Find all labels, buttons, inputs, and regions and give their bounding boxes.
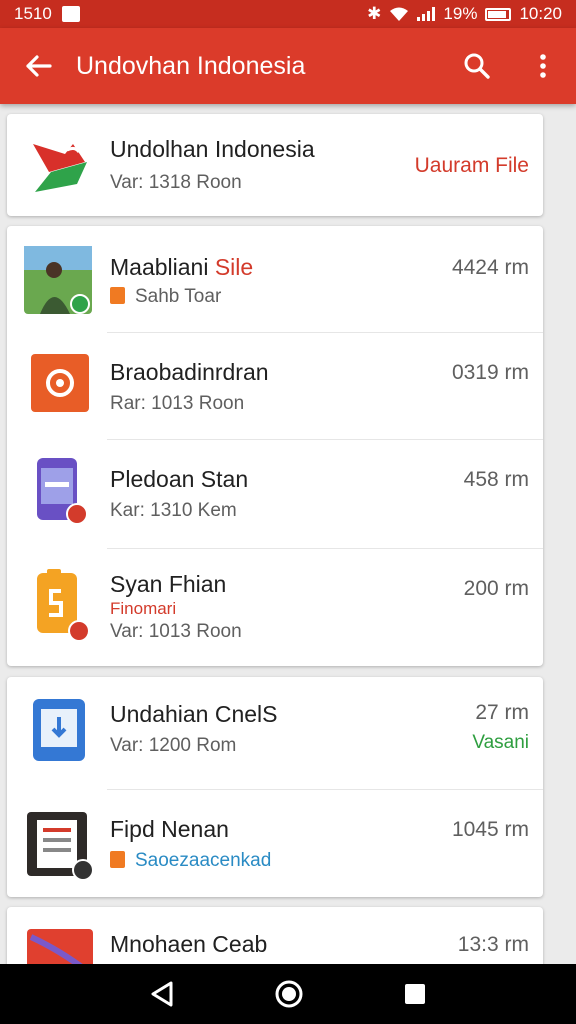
list-item[interactable]: Syan Fhian Finomari Var: 1013 Roon 200 r… [7, 549, 543, 666]
list-item[interactable]: Undahian CnelS Var: 1200 Rom 27 rm Vasan… [7, 677, 543, 789]
back-arrow-icon [26, 55, 52, 77]
app-size: 458 rm [463, 468, 529, 491]
wifi-icon [390, 7, 409, 21]
notification-icon [61, 6, 80, 22]
app-subtitle-text: Sahb Toar [135, 286, 222, 307]
app-subtitle: Sahb Toar [110, 286, 221, 308]
list-item[interactable]: Fipd Nenan Saoezaacenkad 1045 rm [7, 790, 543, 897]
app-subtitle: Kar: 1310 Kem [110, 500, 237, 521]
app-size: 13:3 rm [457, 933, 529, 956]
app-group-1: Maabliani Sile Sahb Toar 4424 rm Braobad… [7, 226, 543, 666]
app-name: Syan Fhian [110, 571, 227, 597]
recents-nav-icon[interactable] [403, 982, 427, 1006]
battery-percent: 19% [443, 4, 478, 23]
status-left-text: 1510 [14, 4, 52, 23]
status-bar: 1510 ✱ 19% 10:20 [0, 0, 576, 28]
app-name-accent: Sile [214, 254, 254, 280]
app-size: 200 rm [463, 577, 529, 600]
list-item[interactable]: Maabliani Sile Sahb Toar 4424 rm [7, 226, 543, 332]
list-item[interactable]: Pledoan Stan Kar: 1310 Kem 458 rm [7, 440, 543, 548]
app-subtitle: Var: 1200 Rom [110, 735, 237, 756]
app-tag: Finomari [110, 599, 177, 618]
tag-icon [110, 287, 125, 304]
more-options-button[interactable] [510, 28, 576, 104]
app-name: Pledoan Stan [110, 466, 249, 492]
app-name: Mnohaen Ceab [110, 931, 268, 957]
search-icon [464, 53, 490, 79]
header-card[interactable]: Undolhan Indonesia Var: 1318 Roon Uauram… [7, 114, 543, 216]
app-name: Fipd Nenan [110, 816, 229, 842]
app-icon [31, 354, 89, 412]
app-name: Undahian CnelS [110, 701, 278, 727]
app-bar: Undovhan Indonesia [0, 28, 576, 104]
signal-icon [417, 7, 436, 21]
clock: 10:20 [519, 4, 562, 23]
battery-icon [485, 7, 512, 21]
navigation-bar [0, 964, 576, 1024]
more-vert-icon [540, 54, 546, 78]
app-name-main: Maabliani [110, 254, 209, 280]
app-size: 4424 rm [451, 256, 529, 279]
tag-icon [110, 851, 125, 868]
list-item[interactable]: Braobadinrdran Rar: 1013 Roon 0319 rm [7, 333, 543, 439]
app-status: Vasani [472, 732, 529, 753]
app-size: 1045 rm [451, 818, 529, 841]
app-subtitle: Var: 1013 Roon [110, 621, 242, 642]
app-subtitle: Rar: 1013 Roon [110, 393, 245, 414]
back-button[interactable] [0, 28, 76, 104]
file-app-icon [37, 569, 90, 642]
home-nav-icon[interactable] [274, 979, 304, 1009]
bluetooth-icon: ✱ [367, 4, 382, 23]
phone-app-icon [37, 458, 88, 525]
document-app-icon [27, 812, 94, 881]
header-title: Undolhan Indonesia [110, 136, 315, 162]
app-subtitle: Saoezaacenkad [110, 850, 271, 872]
header-subtitle: Var: 1318 Roon [110, 172, 242, 193]
app-name: Maabliani Sile [110, 254, 253, 281]
app-thumbnail-icon [24, 246, 92, 314]
flag-logo-icon [33, 144, 87, 192]
search-button[interactable] [444, 28, 510, 104]
app-subtitle-text: Saoezaacenkad [135, 850, 272, 871]
download-app-icon [33, 699, 85, 761]
app-size: 0319 rm [451, 361, 529, 384]
page-title: Undovhan Indonesia [76, 51, 306, 80]
back-nav-icon[interactable] [149, 980, 175, 1008]
header-action-link[interactable]: Uauram File [415, 154, 529, 178]
app-size: 27 rm [475, 701, 529, 724]
app-name: Braobadinrdran [110, 359, 269, 385]
app-group-2: Undahian CnelS Var: 1200 Rom 27 rm Vasan… [7, 677, 543, 897]
